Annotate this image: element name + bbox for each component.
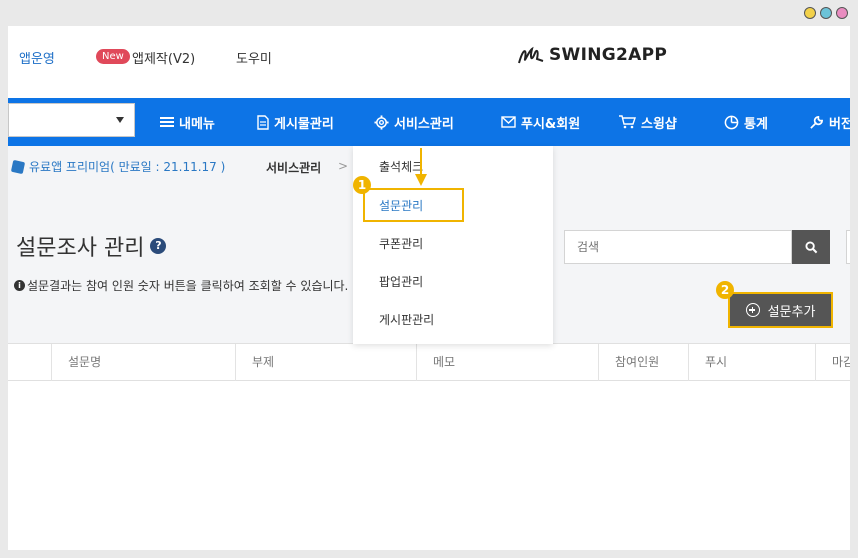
nav-stats-label: 통계: [744, 116, 768, 132]
survey-highlight-box: [363, 188, 464, 222]
help-icon[interactable]: ?: [150, 238, 167, 254]
swing2app-logo[interactable]: SWING2APP: [517, 43, 667, 67]
nav-version[interactable]: 버전: [809, 98, 850, 146]
search-button[interactable]: [792, 230, 830, 264]
premium-badge-icon: [10, 159, 26, 174]
help-link[interactable]: 도우미: [236, 48, 272, 67]
search-input[interactable]: [564, 230, 792, 264]
nav-push-members[interactable]: 푸시&회원: [501, 98, 580, 146]
survey-notice: i 설문결과는 참여 인원 숫자 버튼을 클릭하여 조회할 수 있습니다.: [14, 277, 354, 294]
new-badge: New: [96, 49, 130, 64]
column-header[interactable]: 마감: [815, 344, 850, 381]
add-survey-button[interactable]: 설문추가: [728, 292, 833, 328]
main-nav: 내메뉴 게시물관리 서비스관리 푸시&회원 스윙샵 통계 버전: [8, 98, 850, 146]
gear-icon: [374, 114, 389, 130]
breadcrumb[interactable]: 서비스관리: [266, 159, 321, 176]
column-header[interactable]: 설문명: [51, 344, 235, 381]
chevron-down-icon: [116, 117, 124, 123]
column-header[interactable]: 부제: [235, 344, 416, 381]
page-title: 설문조사 관리 ?: [16, 230, 167, 262]
top-header: 앱운영 New 앱제작(V2) 도우미 SWING2APP: [8, 26, 850, 98]
column-header[interactable]: 참여인원: [598, 344, 688, 381]
premium-status[interactable]: 유료앱 프리미엄( 만료일 : 21.11.17 ): [10, 158, 226, 175]
close-control[interactable]: [836, 7, 848, 19]
nav-push-members-label: 푸시&회원: [521, 116, 581, 132]
step-2-marker: 2: [716, 281, 734, 299]
menu-item-popup[interactable]: 팝업관리: [379, 273, 423, 290]
nav-stats[interactable]: 통계: [724, 98, 768, 146]
nav-services-label: 서비스관리: [394, 116, 454, 132]
nav-services[interactable]: 서비스관리: [374, 98, 454, 146]
minimize-control[interactable]: [804, 7, 816, 19]
nav-swing-shop[interactable]: 스윙샵: [618, 98, 677, 146]
nav-version-label: 버전: [829, 116, 850, 132]
logo-text: SWING2APP: [549, 45, 668, 65]
wrench-icon: [810, 115, 823, 129]
pie-chart-icon: [724, 115, 739, 129]
premium-label: 유료앱 프리미엄( 만료일 : 21.11.17 ): [29, 160, 226, 174]
select-column-header[interactable]: [8, 344, 51, 381]
document-icon: [257, 114, 269, 130]
nav-posts-label: 게시물관리: [274, 116, 334, 132]
breadcrumb-separator: >: [338, 159, 349, 173]
envelope-icon: [501, 116, 516, 128]
app-builder-link[interactable]: 앱제작(V2): [132, 48, 195, 67]
plus-circle-icon: [745, 303, 760, 317]
menu-item-board[interactable]: 게시판관리: [379, 311, 434, 328]
info-icon: i: [14, 280, 25, 291]
survey-table-header: 설문명 부제 메모 참여인원 푸시 마감: [8, 343, 850, 381]
menu-item-coupon[interactable]: 쿠폰관리: [379, 235, 423, 252]
window-chrome: [0, 0, 858, 26]
arrow-down-icon: [415, 148, 427, 186]
maximize-control[interactable]: [820, 7, 832, 19]
nav-my-menu[interactable]: 내메뉴: [160, 98, 215, 146]
hamburger-icon: [160, 117, 174, 127]
app-select[interactable]: [8, 103, 135, 137]
column-header[interactable]: 푸시: [688, 344, 815, 381]
nav-swing-shop-label: 스윙샵: [641, 116, 677, 132]
app-page: 앱운영 New 앱제작(V2) 도우미 SWING2APP 내메뉴 게시물관리 …: [8, 26, 850, 550]
nav-my-menu-label: 내메뉴: [179, 116, 215, 132]
add-survey-label: 설문추가: [767, 304, 816, 320]
services-dropdown-menu: 출석체크 설문관리 쿠폰관리 팝업관리 게시판관리 1: [353, 146, 553, 344]
page-title-text: 설문조사 관리: [16, 236, 145, 261]
cart-icon: [619, 115, 636, 129]
survey-notice-text: 설문결과는 참여 인원 숫자 버튼을 클릭하여 조회할 수 있습니다.: [27, 279, 349, 293]
step-1-marker: 1: [353, 176, 371, 194]
search-icon: [804, 240, 817, 253]
nav-posts[interactable]: 게시물관리: [257, 98, 334, 146]
column-header[interactable]: 메모: [416, 344, 598, 381]
filter-field[interactable]: [846, 230, 850, 264]
app-operation-link[interactable]: 앱운영: [19, 48, 55, 67]
logo-swirl-icon: [518, 46, 544, 64]
